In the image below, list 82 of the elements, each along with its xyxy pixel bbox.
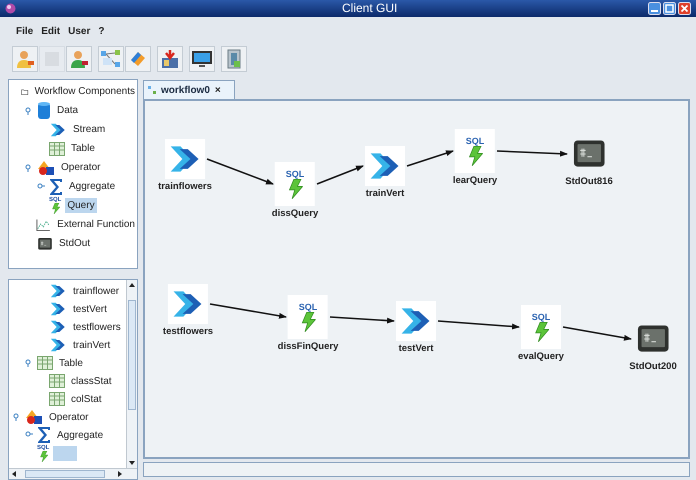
eraser-icon	[128, 49, 148, 69]
database-icon	[37, 100, 51, 120]
expanded-handle-icon[interactable]	[25, 164, 33, 172]
node-label: evalQuery	[518, 350, 564, 364]
lightning-icon	[533, 322, 549, 342]
tree-item[interactable]: Stream	[71, 122, 108, 137]
expanded-handle-icon[interactable]	[25, 106, 33, 114]
tab[interactable]: workflow0 ×	[143, 80, 235, 99]
lightning-icon	[300, 312, 316, 332]
collapsed-handle-icon[interactable]	[37, 182, 45, 190]
maximize-icon[interactable]	[663, 2, 676, 15]
chevron-icon	[49, 300, 67, 318]
lightning-icon	[287, 179, 303, 199]
tree-item[interactable]: Operator	[59, 160, 102, 175]
app-icon	[5, 3, 16, 14]
close-icon[interactable]	[678, 2, 691, 15]
sql-label: SQL	[286, 169, 304, 179]
tree-item[interactable]: Data	[55, 103, 80, 118]
node-label: StdOut200	[629, 360, 677, 374]
tree-item[interactable]: classStat	[69, 374, 114, 388]
toolbar-button[interactable]	[66, 46, 92, 72]
table-icon	[49, 142, 65, 156]
menu-item[interactable]: Edit	[41, 24, 60, 38]
monitor-icon	[191, 49, 213, 69]
tree-item[interactable]: trainflower	[71, 284, 122, 298]
node-label: trainVert	[366, 187, 404, 201]
table-icon	[37, 356, 53, 370]
workflow-icon	[100, 49, 122, 69]
table-icon	[49, 392, 65, 406]
user-add-icon	[15, 49, 35, 69]
menu-item[interactable]: ?	[98, 24, 104, 38]
node-label: StdOut816	[565, 175, 613, 189]
sql-label: SQL	[466, 136, 484, 146]
sql-label: SQL	[298, 302, 318, 312]
node-label: testVert	[398, 342, 434, 356]
menu-item[interactable]: File	[16, 24, 34, 38]
lightning-icon	[38, 450, 48, 462]
node-label: dissFinQuery	[278, 340, 338, 354]
lightning-icon	[50, 203, 60, 214]
node-label: dissQuery	[272, 207, 318, 221]
chevron-icon	[49, 120, 67, 138]
tab-close-button[interactable]: ×	[214, 82, 221, 98]
minimize-icon[interactable]	[648, 2, 661, 15]
workflow-icon	[148, 86, 156, 94]
tree-item[interactable]: Table	[69, 141, 97, 156]
tree-item[interactable]: testVert	[71, 302, 109, 316]
tree-item[interactable]: StdOut	[57, 236, 92, 251]
expanded-handle-icon[interactable]	[25, 359, 33, 367]
tree-item[interactable]: Aggregate	[55, 428, 106, 442]
chart-icon	[36, 218, 52, 232]
chevron-icon	[49, 282, 67, 300]
menu-item[interactable]: User	[68, 24, 90, 38]
tree-item[interactable]: Workflow Components	[32, 84, 137, 99]
terminal-icon	[37, 236, 53, 252]
shapes-icon	[25, 409, 43, 425]
node-label: trainflowers	[158, 180, 212, 194]
horizontal-scrollbar[interactable]	[9, 468, 137, 479]
toolbar-button[interactable]	[189, 46, 215, 72]
sigma-icon	[37, 426, 51, 444]
node-label: testflowers	[162, 325, 214, 339]
tree-item[interactable]: testflowers	[71, 320, 123, 334]
chevron-icon	[49, 336, 67, 354]
node-label: learQuery	[452, 174, 498, 188]
tree-item[interactable]: trainVert	[71, 338, 112, 352]
user-remove-icon	[69, 49, 89, 69]
shapes-icon	[37, 160, 55, 176]
chevron-icon	[49, 318, 67, 336]
table-icon	[49, 374, 65, 388]
vertical-scrollbar[interactable]	[126, 280, 137, 468]
collapsed-handle-icon[interactable]	[25, 431, 33, 439]
window-title: Client GUI	[342, 0, 398, 17]
tree-item[interactable]: Query	[65, 198, 97, 213]
sql-label: SQL	[532, 312, 550, 322]
tree-item[interactable]: Table	[57, 356, 85, 370]
sigma-icon	[49, 178, 63, 196]
tree-item[interactable]: Aggregate	[67, 179, 118, 194]
tree-item[interactable]: Operator	[47, 410, 90, 424]
expanded-handle-icon[interactable]	[13, 413, 21, 421]
box-download-icon	[160, 49, 180, 69]
tree-item[interactable]: colStat	[69, 392, 104, 406]
lightning-icon	[467, 146, 483, 166]
tree-item[interactable]: External Function	[55, 217, 137, 232]
